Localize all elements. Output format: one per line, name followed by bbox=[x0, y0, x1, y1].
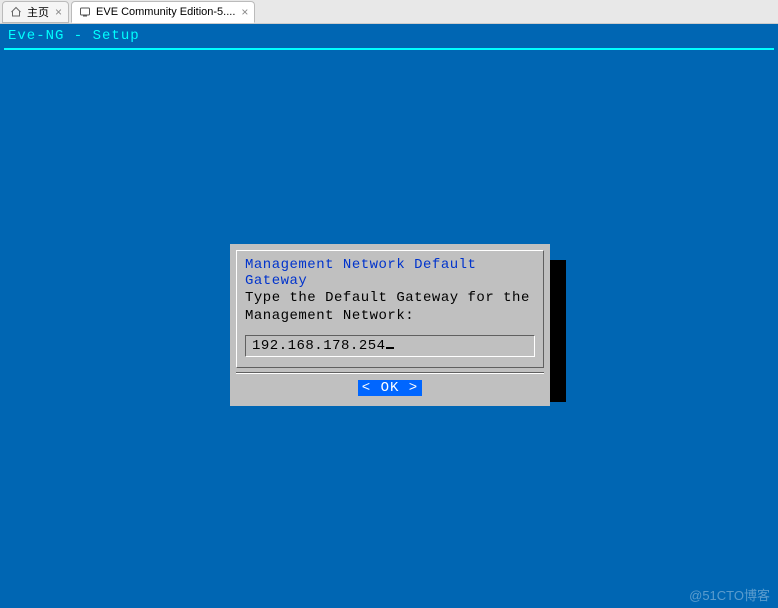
tab-home[interactable]: 主页 × bbox=[2, 1, 69, 23]
dialog-separator bbox=[236, 372, 544, 374]
gateway-input[interactable]: 192.168.178.254 bbox=[245, 335, 535, 357]
gateway-input-value: 192.168.178.254 bbox=[252, 338, 386, 354]
terminal-screen: Eve-NG - Setup Management Network Defaul… bbox=[0, 24, 778, 608]
gateway-dialog: Management Network Default Gateway Type … bbox=[230, 244, 550, 406]
tab-bar: 主页 × EVE Community Edition-5.... × bbox=[0, 0, 778, 24]
ok-button[interactable]: < OK > bbox=[358, 380, 422, 396]
title-underline bbox=[4, 48, 774, 50]
watermark: @51CTO博客 bbox=[689, 585, 770, 604]
tab-eve[interactable]: EVE Community Edition-5.... × bbox=[71, 1, 255, 23]
tab-eve-label: EVE Community Edition-5.... bbox=[96, 6, 235, 18]
dialog-text-line1: Type the Default Gateway for the bbox=[245, 289, 535, 307]
dialog-text-line2: Management Network: bbox=[245, 307, 535, 325]
setup-title: Eve-NG - Setup bbox=[0, 24, 778, 48]
vm-icon bbox=[78, 5, 92, 19]
text-cursor bbox=[386, 347, 394, 349]
tab-home-label: 主页 bbox=[27, 4, 49, 20]
dialog-wrapper: Management Network Default Gateway Type … bbox=[230, 244, 550, 406]
close-icon[interactable]: × bbox=[55, 5, 62, 19]
close-icon[interactable]: × bbox=[241, 5, 248, 19]
dialog-title: Management Network Default Gateway bbox=[245, 257, 535, 289]
button-row: < OK > bbox=[236, 378, 544, 400]
dialog-body: Management Network Default Gateway Type … bbox=[236, 250, 544, 368]
home-icon bbox=[9, 5, 23, 19]
